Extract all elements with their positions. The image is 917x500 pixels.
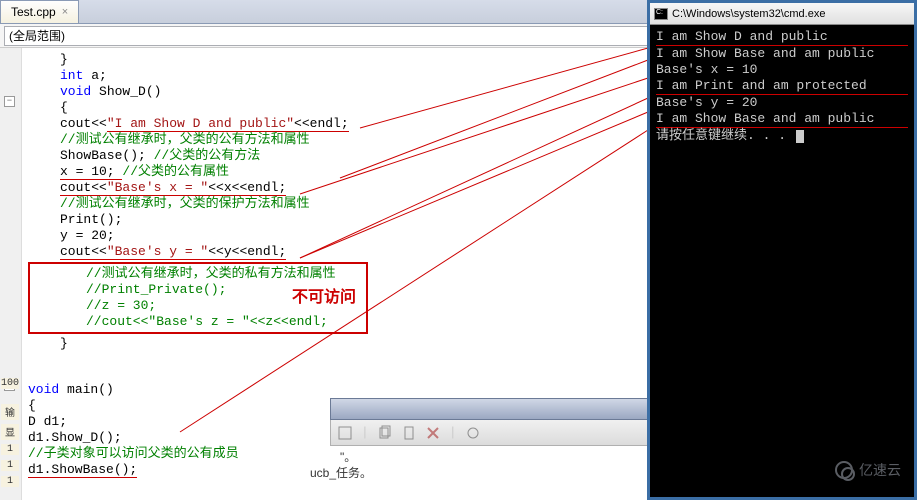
scope-global-label: (全局范围): [9, 27, 65, 44]
delete-icon[interactable]: [425, 425, 441, 441]
watermark-text: 亿速云: [859, 460, 901, 480]
console-line: I am Print and am protected: [656, 78, 908, 95]
callout-label: 不可访问: [292, 290, 356, 306]
console-line: I am Show D and public: [656, 29, 908, 46]
panel-toolbar: | |: [330, 420, 650, 446]
bp-text: ucb_任务。: [310, 464, 372, 481]
bottom-panel: | |: [330, 398, 650, 446]
private-access-box: //测试公有继承时，父类的私有方法和属性 //Print_Private(); …: [28, 262, 368, 334]
cursor-icon: [796, 130, 804, 143]
bp-text: "。: [340, 448, 356, 465]
watermark-icon: [835, 461, 853, 479]
console-line: I am Show Base and am public: [656, 46, 908, 62]
tab-label: Test.cpp: [11, 5, 56, 19]
watermark: 亿速云: [835, 460, 901, 480]
console-line: Base's x = 10: [656, 62, 908, 78]
side-label: 输: [1, 404, 19, 420]
tool-icon[interactable]: [465, 425, 481, 441]
file-tab[interactable]: Test.cpp ×: [0, 0, 79, 23]
side-label: 显: [1, 424, 19, 440]
side-num: 1: [1, 476, 19, 487]
gutter: − − 100 输 显 1 1 1: [0, 48, 22, 500]
side-num: 1: [1, 460, 19, 471]
close-icon[interactable]: ×: [62, 6, 68, 18]
save-icon[interactable]: [337, 425, 353, 441]
console-line: I am Show Base and am public: [656, 111, 908, 128]
panel-header[interactable]: [330, 398, 650, 420]
line-marker: 100: [1, 378, 19, 389]
collapse-icon[interactable]: −: [4, 96, 15, 107]
paste-icon[interactable]: [401, 425, 417, 441]
console-continue: 请按任意键继续. . .: [656, 128, 908, 144]
console-body: I am Show D and public I am Show Base an…: [650, 25, 914, 148]
console-window: C:\Windows\system32\cmd.exe I am Show D …: [647, 0, 917, 500]
console-title-bar[interactable]: C:\Windows\system32\cmd.exe: [650, 3, 914, 25]
side-num: 1: [1, 444, 19, 455]
console-title: C:\Windows\system32\cmd.exe: [672, 8, 825, 20]
cmd-icon: [654, 8, 668, 20]
console-line: Base's y = 20: [656, 95, 908, 111]
copy-icon[interactable]: [377, 425, 393, 441]
